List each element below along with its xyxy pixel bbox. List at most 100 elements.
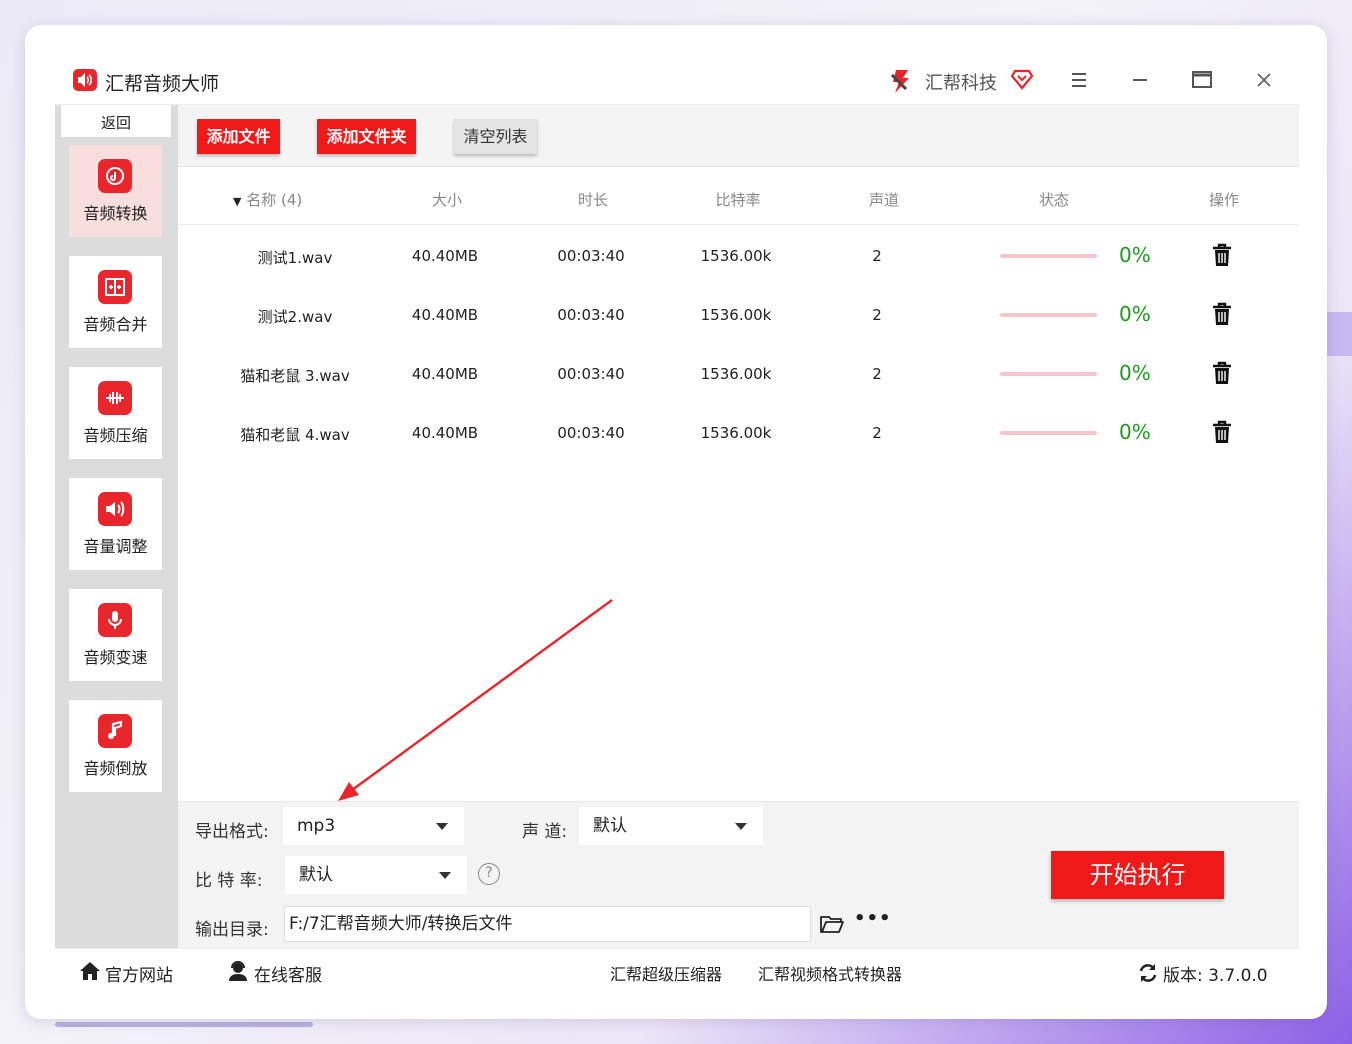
more-options-button[interactable]: ••• <box>854 908 892 929</box>
app-title: 汇帮音频大师 <box>105 73 220 95</box>
cell-name: 测试2.wav <box>257 308 333 326</box>
add-file-button[interactable]: 添加文件 <box>197 119 280 154</box>
sort-name-header[interactable]: ▼ 名称 (4) <box>233 189 302 210</box>
clear-list-button[interactable]: 清空列表 <box>454 119 537 154</box>
add-folder-button[interactable]: 添加文件夹 <box>317 119 416 154</box>
header-bitrate[interactable]: 比特率 <box>702 189 774 210</box>
table-row[interactable]: 测试1.wav 40.40MB 00:03:40 1536.00k 2 0% <box>178 225 1299 284</box>
sidebar-item-audio-compress[interactable]: 音频压缩 <box>69 367 162 459</box>
header-size[interactable]: 大小 <box>417 189 477 210</box>
home-icon[interactable] <box>79 961 101 985</box>
trash-icon[interactable] <box>1211 420 1233 448</box>
sidebar-item-label: 音频压缩 <box>83 426 148 445</box>
sidebar-item-volume[interactable]: 音量调整 <box>69 478 162 570</box>
volume-icon <box>98 492 132 526</box>
cell-name: 猫和老鼠 3.wav <box>240 367 350 385</box>
sidebar-item-label: 音频变速 <box>83 648 148 667</box>
progress-percent: 0% <box>1119 420 1151 444</box>
trash-icon[interactable] <box>1211 361 1233 389</box>
cell-size: 40.40MB <box>411 306 479 324</box>
sidebar-item-reverse[interactable]: 音频倒放 <box>69 700 162 792</box>
toolbar: 添加文件 添加文件夹 清空列表 <box>178 105 1299 167</box>
progress-bar <box>1000 254 1097 258</box>
header-duration[interactable]: 时长 <box>563 189 623 210</box>
channel-value: 默认 <box>593 816 627 836</box>
header-action: 操作 <box>1208 191 1239 209</box>
header-name-label: 名称 (4) <box>246 191 303 209</box>
cell-duration: 00:03:40 <box>557 424 625 442</box>
refresh-icon[interactable] <box>1138 963 1158 987</box>
back-button[interactable]: 返回 <box>61 105 171 137</box>
sidebar-item-label: 音频转换 <box>83 204 148 223</box>
table-row[interactable]: 猫和老鼠 4.wav 40.40MB 00:03:40 1536.00k 2 0… <box>178 402 1299 461</box>
compressor-link[interactable]: 汇帮超级压缩器 <box>610 961 722 985</box>
sidebar-item-audio-convert[interactable]: 音频转换 <box>69 145 162 237</box>
minimize-icon[interactable] <box>1127 67 1153 93</box>
app-window: 汇帮音频大师 汇帮科技 返回 音频转换 音频合并 音频压缩 音量调整 音频变速 … <box>25 25 1327 1019</box>
output-settings: 导出格式: mp3 声 道: 默认 比 特 率: 默认 ? 输出目录: F:/7… <box>178 801 1299 948</box>
cell-bitrate: 1536.00k <box>700 424 772 442</box>
brand-logo-icon <box>887 67 915 95</box>
output-directory-field[interactable]: F:/7汇帮音频大师/转换后文件 <box>284 906 811 942</box>
menu-icon[interactable] <box>1066 67 1092 93</box>
app-body: 汇帮音频大师 汇帮科技 返回 音频转换 音频合并 音频压缩 音量调整 音频变速 … <box>55 55 1299 991</box>
close-icon[interactable] <box>1251 67 1277 93</box>
table-row[interactable]: 猫和老鼠 3.wav 40.40MB 00:03:40 1536.00k 2 0… <box>178 343 1299 402</box>
cell-name: 测试1.wav <box>257 249 333 267</box>
bitrate-label: 比 特 率: <box>195 871 263 891</box>
folder-icon[interactable] <box>820 914 844 938</box>
chevron-down-icon <box>735 823 747 830</box>
heart-badge-icon[interactable] <box>1010 67 1034 95</box>
channel-label: 声 道: <box>522 822 568 842</box>
progress-bar <box>1000 431 1097 435</box>
chevron-down-icon <box>436 823 448 830</box>
header-status: 状态 <box>1038 191 1069 209</box>
format-label: 导出格式: <box>195 822 269 842</box>
channel-select[interactable]: 默认 <box>579 807 763 845</box>
bitrate-value: 默认 <box>299 865 333 885</box>
audio-compress-icon <box>98 381 132 415</box>
start-button[interactable]: 开始执行 <box>1051 851 1224 899</box>
cell-name: 猫和老鼠 4.wav <box>240 426 350 444</box>
header-channels[interactable]: 声道 <box>854 189 914 210</box>
cell-duration: 00:03:40 <box>557 247 625 265</box>
bitrate-select[interactable]: 默认 <box>285 856 467 894</box>
format-value: mp3 <box>297 816 336 836</box>
sidebar-item-audio-merge[interactable]: 音频合并 <box>69 256 162 348</box>
sidebar-item-speed[interactable]: 音频变速 <box>69 589 162 681</box>
table-header: ▼ 名称 (4) 大小 时长 比特率 声道 状态 操作 <box>178 167 1299 225</box>
progress-percent: 0% <box>1119 243 1151 267</box>
sort-down-icon: ▼ <box>233 195 242 208</box>
cell-size: 40.40MB <box>411 247 479 265</box>
progress-percent: 0% <box>1119 361 1151 385</box>
brand-name: 汇帮科技 <box>925 73 997 94</box>
cell-channels: 2 <box>872 424 882 442</box>
cell-channels: 2 <box>872 306 882 324</box>
official-website-link[interactable]: 官方网站 <box>105 961 173 986</box>
background-scrollbar <box>55 1022 313 1027</box>
cell-duration: 00:03:40 <box>557 306 625 324</box>
cell-size: 40.40MB <box>411 424 479 442</box>
sidebar: 返回 音频转换 音频合并 音频压缩 音量调整 音频变速 音频倒放 <box>55 105 178 948</box>
progress-bar <box>1000 372 1097 376</box>
progress-bar <box>1000 313 1097 317</box>
maximize-icon[interactable] <box>1189 67 1215 93</box>
cell-channels: 2 <box>872 247 882 265</box>
trash-icon[interactable] <box>1211 243 1233 271</box>
online-support-link[interactable]: 在线客服 <box>254 961 322 986</box>
progress-percent: 0% <box>1119 302 1151 326</box>
trash-icon[interactable] <box>1211 302 1233 330</box>
audio-convert-icon <box>98 159 132 193</box>
table-row[interactable]: 测试2.wav 40.40MB 00:03:40 1536.00k 2 0% <box>178 284 1299 343</box>
video-converter-link[interactable]: 汇帮视频格式转换器 <box>758 961 902 985</box>
sidebar-item-label: 音频倒放 <box>83 759 148 778</box>
chevron-down-icon <box>439 872 451 879</box>
sidebar-item-label: 音频合并 <box>83 315 148 334</box>
help-icon[interactable]: ? <box>478 863 500 885</box>
format-select[interactable]: mp3 <box>283 807 464 845</box>
speaker-logo-icon <box>73 69 97 91</box>
footer: 官方网站 在线客服 汇帮超级压缩器 汇帮视频格式转换器 版本: 3.7.0.0 <box>55 948 1299 991</box>
customer-service-icon[interactable] <box>227 961 249 985</box>
title-bar: 汇帮音频大师 汇帮科技 <box>55 55 1299 105</box>
cell-bitrate: 1536.00k <box>700 306 772 324</box>
